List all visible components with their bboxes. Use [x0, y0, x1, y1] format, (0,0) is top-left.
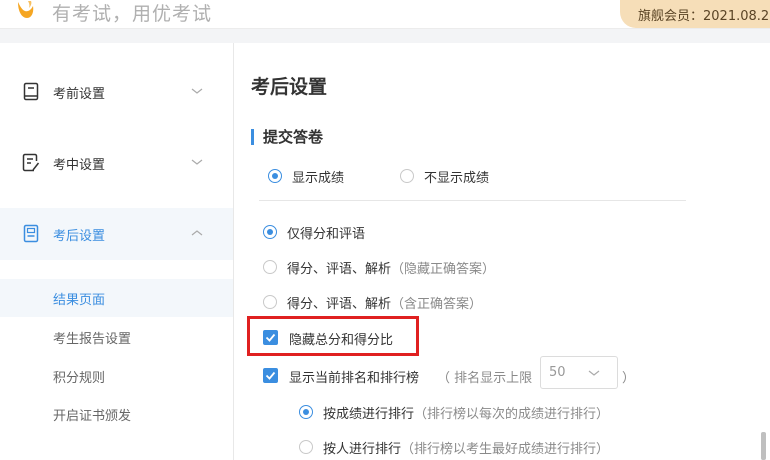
sidebar-subitem-label: 开启证书颁发	[53, 409, 132, 424]
sidebar-item-post-exam[interactable]: 考后设置	[0, 208, 233, 260]
checkbox-show-rank[interactable]	[263, 368, 278, 383]
sidebar-item-pre-exam[interactable]: 考前设置	[0, 66, 233, 118]
sidebar: 考前设置 考中设置 考后设置 结果页面 考生报告设置 积分规则 开启证书颁发	[0, 43, 234, 460]
sidebar-subitem-candidate-report[interactable]: 考生报告设置	[0, 318, 233, 356]
radio-hide-score-label[interactable]: 不显示成绩	[424, 167, 489, 186]
sidebar-subitem-points-rules[interactable]: 积分规则	[0, 357, 233, 395]
member-badge[interactable]: 旗舰会员：2021.08.2	[620, 0, 770, 28]
radio-analysis-hidden-answer[interactable]	[263, 260, 277, 274]
sidebar-subitem-certificate[interactable]: 开启证书颁发	[0, 395, 233, 433]
radio-analysis-hidden-answer-label[interactable]: 得分、评语、解析（隐藏正确答案）	[287, 258, 495, 277]
report-document-icon	[23, 224, 39, 243]
rank-limit-suffix: ）	[622, 371, 636, 386]
radio-score-and-comment[interactable]	[263, 225, 277, 239]
sidebar-item-in-exam[interactable]: 考中设置	[0, 137, 233, 189]
chevron-down-icon	[588, 370, 600, 376]
top-bar: 有考试，用优考试 旗舰会员：2021.08.2	[0, 0, 770, 28]
page-title: 考后设置	[251, 76, 328, 98]
radio-rank-by-person[interactable]	[299, 440, 313, 454]
radio-show-score[interactable]	[268, 169, 282, 183]
logo-icon	[18, 1, 34, 18]
section-title: 提交答卷	[263, 128, 324, 146]
main-content: 考后设置 提交答卷 显示成绩 不显示成绩 仅得分和评语 得分、评语、解析（隐藏正…	[235, 43, 770, 460]
book-icon	[23, 82, 39, 101]
sidebar-item-label: 考前设置	[53, 87, 106, 102]
radio-rank-by-person-label[interactable]: 按人进行排行（排行榜以考生最好成绩进行排行）	[323, 438, 609, 457]
sidebar-subitem-label: 考生报告设置	[53, 332, 132, 347]
vertical-scrollbar[interactable]	[761, 432, 766, 460]
chevron-down-icon	[191, 159, 203, 165]
option-label: 仅得分和评语	[287, 227, 366, 242]
section-marker	[251, 129, 254, 145]
divider	[259, 200, 686, 201]
option-hint: （隐藏正确答案）	[391, 262, 496, 277]
radio-rank-by-score[interactable]	[299, 405, 313, 419]
option-hint: （排行榜以考生最好成绩进行排行）	[401, 442, 610, 457]
slogan: 有考试，用优考试	[52, 3, 213, 25]
option-label: 按成绩进行排行	[323, 407, 415, 422]
option-hint: （排行榜以每次的成绩进行排行）	[414, 407, 610, 422]
radio-score-and-comment-label[interactable]: 仅得分和评语	[287, 223, 365, 242]
radio-analysis-with-answer-label[interactable]: 得分、评语、解析（含正确答案）	[287, 293, 482, 312]
rank-limit-select[interactable]: 50	[540, 356, 618, 389]
sidebar-item-label: 考中设置	[53, 158, 106, 173]
chevron-up-icon	[191, 230, 203, 236]
sidebar-subitem-result-page[interactable]: 结果页面	[0, 279, 233, 317]
checkbox-show-rank-label[interactable]: 显示当前排名和排行榜	[289, 367, 419, 386]
checkmark-icon	[265, 371, 276, 380]
sidebar-subitem-label: 积分规则	[53, 371, 106, 386]
checkbox-hide-total[interactable]	[263, 330, 278, 345]
member-badge-label: 旗舰会员：2021.08.2	[638, 9, 770, 24]
checkmark-icon	[265, 333, 276, 342]
option-label: 得分、评语、解析	[287, 297, 392, 312]
header-divider	[0, 28, 770, 43]
radio-analysis-with-answer[interactable]	[263, 295, 277, 309]
checkbox-hide-total-label[interactable]: 隐藏总分和得分比	[289, 329, 393, 348]
rank-limit-value: 50	[549, 365, 566, 380]
edit-document-icon	[22, 153, 40, 172]
sidebar-subitem-label: 结果页面	[53, 293, 106, 308]
option-hint: （含正确答案）	[391, 297, 483, 312]
radio-show-score-label[interactable]: 显示成绩	[292, 167, 344, 186]
option-label: 按人进行排行	[323, 442, 402, 457]
sidebar-item-label: 考后设置	[53, 229, 106, 244]
chevron-down-icon	[191, 88, 203, 94]
radio-hide-score[interactable]	[400, 169, 414, 183]
radio-rank-by-score-label[interactable]: 按成绩进行排行（排行榜以每次的成绩进行排行）	[323, 403, 609, 422]
rank-limit-prefix: （ 排名显示上限	[437, 371, 533, 386]
option-label: 得分、评语、解析	[287, 262, 392, 277]
